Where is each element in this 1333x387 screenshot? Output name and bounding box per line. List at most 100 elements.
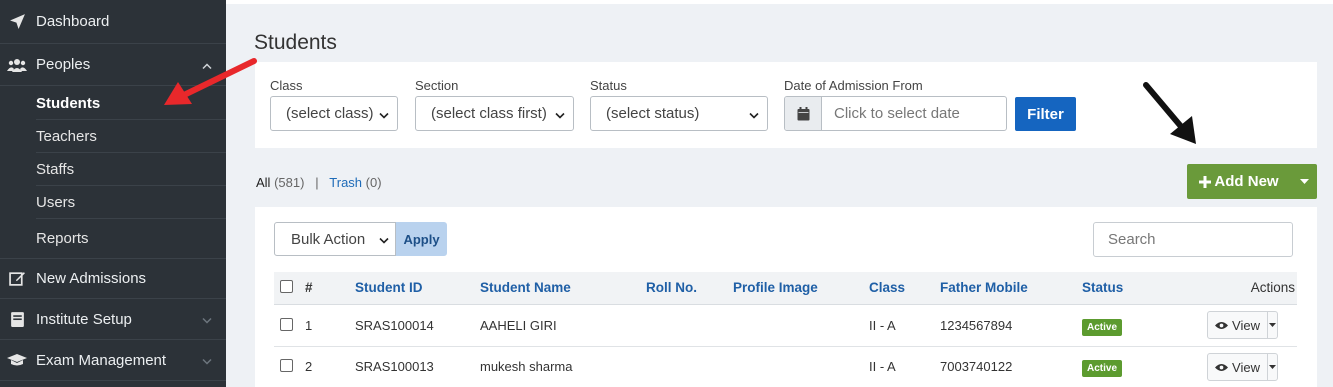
section-label: Section [415, 78, 459, 93]
section-select[interactable]: (select class first) [415, 96, 574, 131]
table-row: 1 SRAS100014 AAHELI GIRI II - A 12345678… [274, 305, 1297, 347]
row-checkbox[interactable] [280, 359, 293, 372]
red-annotation-arrow [164, 58, 257, 105]
date-picker[interactable]: Click to select date [784, 96, 1007, 131]
col-roll-no[interactable]: Roll No. [646, 280, 697, 295]
page-title: Students [254, 31, 337, 54]
table-panel: Bulk Action Apply Search # Student ID St… [255, 207, 1317, 387]
nav-institute-setup-label: Institute Setup [36, 310, 132, 328]
sidebar-item-label: Users [36, 194, 76, 211]
row-student-id: SRAS100013 [355, 359, 434, 374]
status-label: Status [590, 78, 627, 93]
chevron-down-icon [555, 105, 565, 122]
table-header: # Student ID Student Name Roll No. Profi… [274, 272, 1297, 305]
view-button-group: View [1207, 353, 1278, 381]
add-new-button-group: Add New [1187, 164, 1317, 199]
apply-button[interactable]: Apply [396, 222, 447, 256]
table-row: 2 SRAS100013 mukesh sharma II - A 700374… [274, 347, 1297, 387]
nav-exam-management-label: Exam Management [36, 351, 167, 369]
view-button-group: View [1207, 311, 1278, 339]
black-annotation-arrow [1143, 82, 1196, 144]
date-label: Date of Admission From [784, 78, 923, 93]
all-count: (581) [274, 175, 305, 190]
sidebar-item-staffs[interactable]: Staffs [0, 153, 226, 186]
row-student-name: AAHELI GIRI [480, 318, 557, 333]
caret-down-icon [1299, 179, 1309, 184]
row-checkbox[interactable] [280, 318, 293, 331]
status-badge: Active [1082, 360, 1123, 377]
caret-down-icon [1269, 323, 1276, 327]
col-father-mobile[interactable]: Father Mobile [940, 280, 1028, 295]
class-select-value: (select class) [286, 105, 374, 122]
chevron-down-icon [379, 231, 389, 248]
date-input[interactable]: Click to select date [822, 97, 1006, 130]
status-select[interactable]: (select status) [590, 96, 768, 131]
col-student-name[interactable]: Student Name [480, 280, 571, 295]
row-father-mobile: 1234567894 [940, 318, 1013, 333]
sidebar-item-label: Staffs [36, 161, 75, 178]
view-label: View [1232, 317, 1260, 333]
all-link[interactable]: All [256, 175, 270, 190]
book-icon [7, 311, 27, 328]
counts-separator: | [315, 175, 319, 190]
trash-count: (0) [365, 175, 382, 190]
sidebar-item-label: Reports [36, 229, 89, 247]
chevron-down-icon [749, 105, 759, 122]
sidebar-item-reports[interactable]: Reports [0, 219, 226, 257]
row-student-id: SRAS100014 [355, 318, 434, 333]
nav-exam-management[interactable]: Exam Management [0, 340, 226, 381]
add-new-dropdown-toggle[interactable] [1291, 164, 1317, 199]
nav-peoples-label: Peoples [36, 56, 91, 73]
bulk-action-value: Bulk Action [291, 230, 366, 248]
view-dropdown-toggle[interactable] [1268, 354, 1277, 380]
sidebar-item-users[interactable]: Users [0, 186, 226, 219]
row-class: II - A [869, 359, 896, 374]
sidebar-item-label: Teachers [36, 128, 97, 145]
col-class[interactable]: Class [869, 280, 905, 295]
nav-new-admissions[interactable]: New Admissions [0, 258, 226, 299]
eye-icon [1215, 321, 1229, 330]
view-button[interactable]: View [1208, 312, 1268, 338]
users-icon [7, 57, 27, 73]
col-profile-image[interactable]: Profile Image [733, 280, 818, 295]
view-dropdown-toggle[interactable] [1268, 312, 1277, 338]
col-num: # [305, 280, 313, 295]
select-all-checkbox[interactable] [280, 280, 293, 293]
nav-institute-setup[interactable]: Institute Setup [0, 299, 226, 340]
chevron-down-icon [202, 311, 212, 328]
row-num: 1 [305, 318, 313, 333]
row-student-name: mukesh sharma [480, 359, 573, 374]
trash-link[interactable]: Trash [329, 175, 362, 190]
plus-icon [1199, 175, 1212, 188]
add-new-button[interactable]: Add New [1187, 164, 1291, 199]
chevron-down-icon [379, 105, 389, 122]
status-select-value: (select status) [606, 105, 700, 122]
status-badge: Active [1082, 319, 1123, 336]
search-input[interactable]: Search [1093, 222, 1293, 257]
section-select-value: (select class first) [431, 105, 547, 122]
view-button[interactable]: View [1208, 354, 1268, 380]
nav-new-admissions-label: New Admissions [36, 270, 147, 287]
status-counts: All (581) | Trash (0) [256, 175, 382, 190]
sidebar-item-label: Students [36, 95, 101, 112]
eye-icon [1215, 363, 1229, 372]
edit-icon [7, 270, 27, 287]
bulk-action-select[interactable]: Bulk Action [274, 222, 396, 256]
row-class: II - A [869, 318, 896, 333]
class-label: Class [270, 78, 303, 93]
class-select[interactable]: (select class) [270, 96, 398, 131]
row-father-mobile: 7003740122 [940, 359, 1013, 374]
calendar-icon[interactable] [785, 97, 822, 130]
caret-down-icon [1269, 365, 1276, 369]
top-strip [226, 0, 1333, 4]
row-num: 2 [305, 359, 313, 374]
nav-dashboard[interactable]: Dashboard [0, 0, 226, 44]
nav-dashboard-label: Dashboard [36, 13, 110, 30]
col-student-id[interactable]: Student ID [355, 280, 423, 295]
filter-button[interactable]: Filter [1015, 97, 1076, 131]
add-new-label: Add New [1214, 173, 1279, 190]
col-status[interactable]: Status [1082, 280, 1123, 295]
sidebar-item-teachers[interactable]: Teachers [0, 120, 226, 153]
graduation-cap-icon [7, 352, 27, 368]
col-actions: Actions [1250, 280, 1295, 295]
